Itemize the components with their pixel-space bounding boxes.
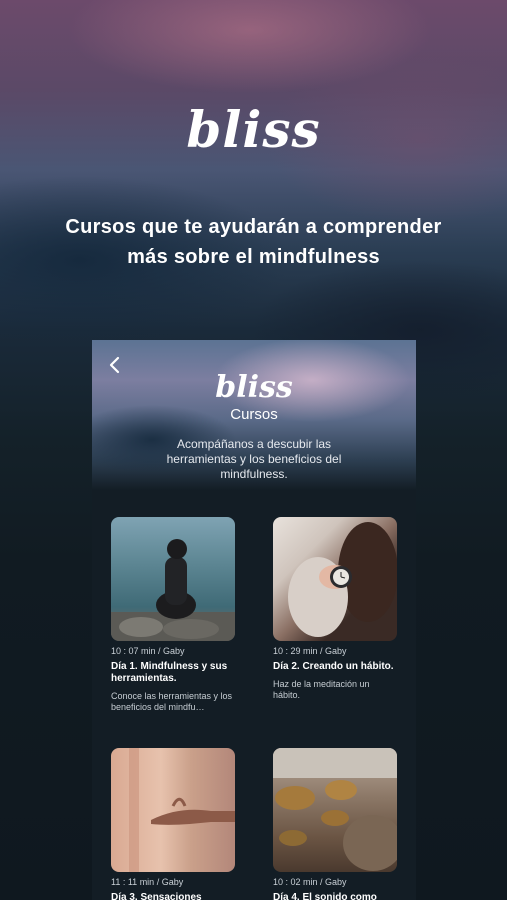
course-card[interactable]: 10 : 02 min / Gaby Día 4. El sonido como	[273, 748, 397, 900]
course-title[interactable]: Día 3. Sensaciones	[111, 892, 235, 900]
course-title[interactable]: Día 4. El sonido como	[273, 892, 397, 900]
hero-headline: Cursos que te ayudarán a comprender más …	[65, 216, 442, 268]
course-meta: 10 : 29 min / Gaby	[273, 646, 347, 656]
singing-bowls-image	[273, 748, 397, 871]
course-title[interactable]: Día 1. Mindfulness y sus herramientas.	[111, 661, 235, 685]
pocket-watch-image	[288, 522, 397, 637]
course-card[interactable]: 11 : 11 min / Gaby Día 3. Sensaciones	[111, 748, 235, 900]
course-card[interactable]: 10 : 07 min / Gaby Día 1. Mindfulness y …	[111, 517, 235, 713]
course-title[interactable]: Día 2. Creando un hábito.	[273, 661, 397, 673]
course-thumbnail[interactable]	[111, 748, 235, 872]
course-description: Conoce las herramientas y los beneficios…	[111, 691, 233, 712]
page-subtitle: Acompáñanos a descubir las herramientas …	[166, 437, 342, 481]
course-thumbnail[interactable]	[111, 517, 235, 641]
page-title: Cursos	[230, 406, 278, 423]
course-thumbnail[interactable]	[273, 748, 397, 872]
course-description: Haz de la meditación un hábito.	[273, 679, 370, 700]
courses-header: bliss Cursos Acompáñanos a descubir las …	[92, 340, 416, 490]
course-meta: 11 : 11 min / Gaby	[111, 877, 184, 887]
meditating-person-image	[111, 539, 235, 641]
course-meta: 10 : 02 min / Gaby	[273, 877, 347, 887]
bliss-logo-small: bliss	[215, 370, 293, 405]
bliss-logo: bliss	[186, 100, 321, 159]
phone-mockup: bliss Cursos Acompáñanos a descubir las …	[92, 340, 416, 900]
course-meta: 10 : 07 min / Gaby	[111, 646, 185, 656]
course-thumbnail[interactable]	[273, 517, 397, 641]
hand-gesture-image	[129, 748, 235, 872]
course-card[interactable]: 10 : 29 min / Gaby Día 2. Creando un háb…	[273, 517, 397, 701]
